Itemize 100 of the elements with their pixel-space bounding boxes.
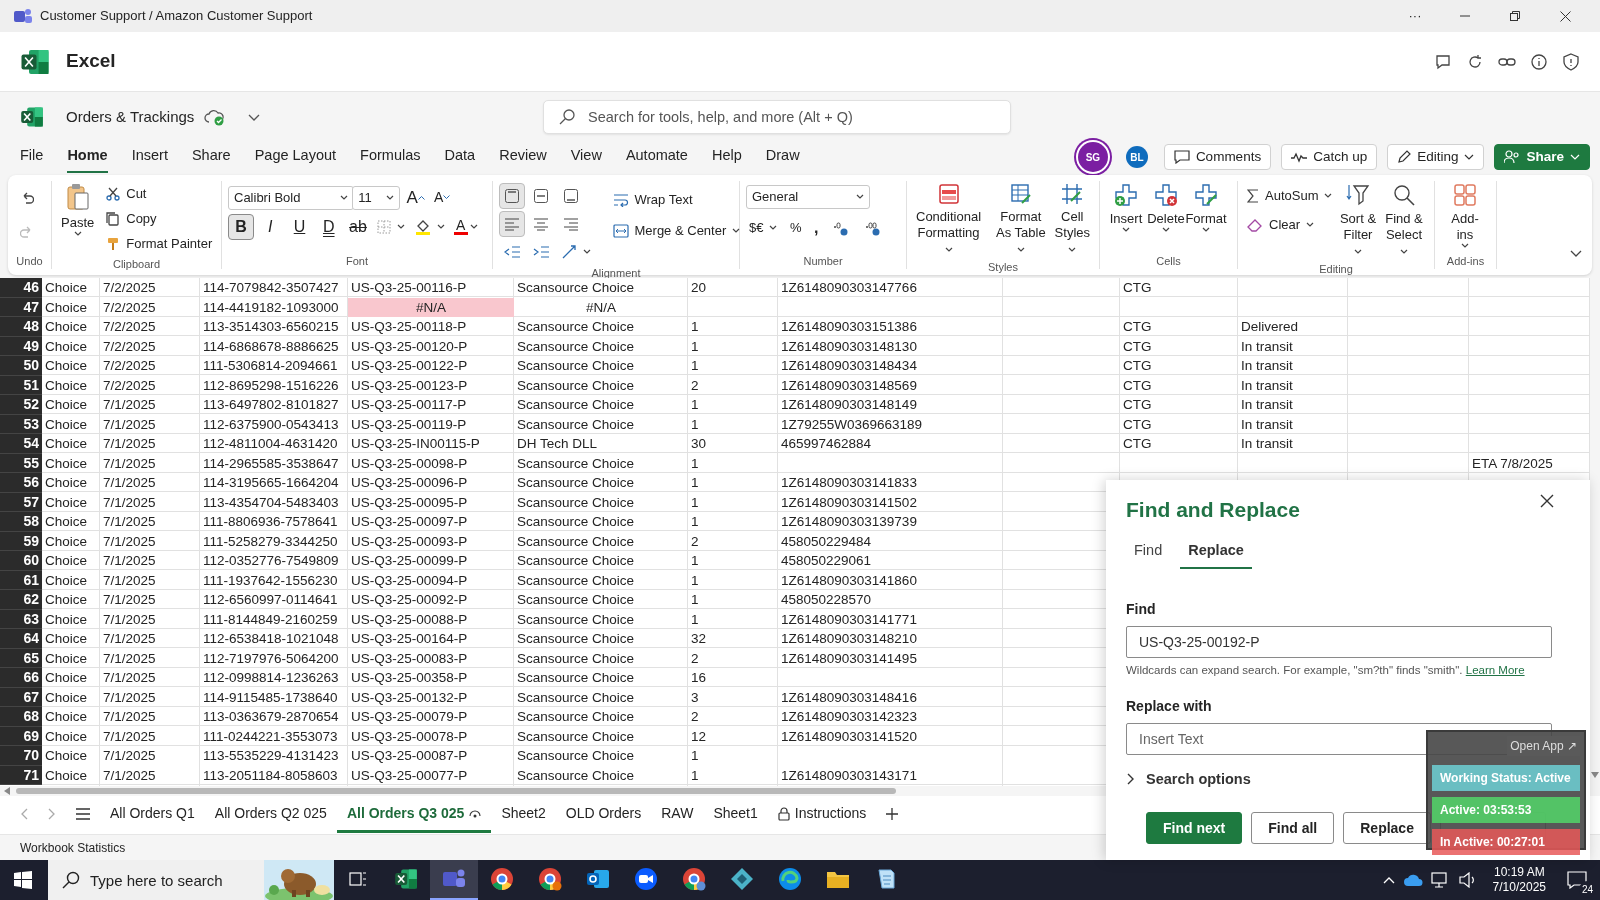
menu-tab[interactable]: Home bbox=[67, 141, 108, 173]
panel-tab[interactable]: Find bbox=[1126, 533, 1171, 570]
editing-mode-button[interactable]: Editing bbox=[1387, 144, 1485, 170]
cut-button[interactable]: Cut bbox=[103, 181, 216, 206]
share-button[interactable]: Share bbox=[1494, 144, 1590, 170]
bold-button[interactable]: B bbox=[228, 214, 254, 240]
find-field[interactable]: US-Q3-25-00192-P bbox=[1126, 626, 1552, 659]
row-number[interactable]: 63 bbox=[0, 609, 42, 629]
table-cell-text: 1Z6148090303143171 bbox=[780, 766, 918, 785]
row-number[interactable]: 47 bbox=[0, 297, 42, 317]
sheet-tab[interactable]: Instructions bbox=[767, 797, 877, 833]
autosum-button[interactable]: AutoSum bbox=[1244, 183, 1336, 208]
menu-tab[interactable]: Insert bbox=[131, 141, 168, 173]
row-number[interactable]: 52 bbox=[0, 395, 42, 415]
cell-styles-button[interactable]: Cell Styles bbox=[1051, 181, 1093, 259]
row-number[interactable]: 49 bbox=[0, 336, 42, 356]
row-number[interactable]: 69 bbox=[0, 726, 42, 746]
menu-tab[interactable]: Review bbox=[499, 141, 547, 173]
strikethrough-button[interactable]: ab bbox=[345, 214, 371, 240]
row-number[interactable]: 58 bbox=[0, 512, 42, 532]
paste-button[interactable]: Paste bbox=[58, 181, 98, 256]
sort-filter-button[interactable]: Sort & Filter bbox=[1336, 181, 1380, 261]
teams-logo-icon bbox=[442, 868, 466, 890]
row-number[interactable]: 51 bbox=[0, 375, 42, 395]
search-field[interactable]: Search for tools, help, and more (Alt + Q) bbox=[543, 100, 1011, 134]
row-number[interactable]: 54 bbox=[0, 434, 42, 454]
row-number[interactable]: 64 bbox=[0, 629, 42, 649]
comments-button[interactable]: Comments bbox=[1163, 144, 1272, 170]
shield-button[interactable] bbox=[1562, 51, 1580, 72]
menu-tab[interactable]: Automate bbox=[625, 141, 688, 173]
sheet-tab[interactable]: All Orders Q1 bbox=[100, 797, 205, 833]
row-number[interactable]: 53 bbox=[0, 414, 42, 434]
top-align-button[interactable] bbox=[499, 183, 525, 209]
sheet-tab[interactable]: All Orders Q2 025 bbox=[204, 797, 337, 833]
shrink-font-button[interactable]: A bbox=[431, 185, 454, 210]
row-number[interactable]: 67 bbox=[0, 687, 42, 707]
avatar[interactable]: SG bbox=[1077, 142, 1108, 172]
menu-tab[interactable]: Page Layout bbox=[254, 141, 337, 173]
row-number[interactable]: 61 bbox=[0, 570, 42, 590]
format-painter-button[interactable]: Format Painter bbox=[103, 231, 216, 256]
sheet-tab[interactable]: Sheet2 bbox=[491, 797, 556, 833]
merge-center-button[interactable]: Merge & Center bbox=[609, 218, 744, 243]
notifications-button[interactable]: 24 bbox=[1562, 865, 1592, 895]
menu-tab[interactable]: Formulas bbox=[360, 141, 421, 173]
underline-button[interactable]: U bbox=[286, 214, 313, 240]
row-number[interactable]: 46 bbox=[0, 278, 42, 298]
font-name-dropdown[interactable]: Calibri Bold bbox=[228, 185, 354, 210]
clock[interactable]: 10:19 AM 7/10/2025 bbox=[1492, 865, 1546, 895]
sheet-tab[interactable]: Sheet1 bbox=[703, 797, 768, 833]
comma-style-button[interactable]: , bbox=[811, 215, 822, 241]
number-format-dropdown[interactable]: General bbox=[746, 185, 870, 209]
add-ins-button[interactable]: Add-ins bbox=[1441, 181, 1489, 253]
menu-tab[interactable]: Help bbox=[711, 141, 742, 173]
menu-tab[interactable]: Draw bbox=[765, 141, 800, 173]
menu-tab[interactable]: View bbox=[570, 141, 602, 173]
more-button[interactable]: ··· bbox=[1394, 6, 1436, 26]
delete-cells-button[interactable]: Delete bbox=[1146, 181, 1186, 253]
row-number[interactable]: 65 bbox=[0, 648, 42, 668]
format-cells-button[interactable]: Format bbox=[1186, 181, 1226, 253]
panel-tab[interactable]: Replace bbox=[1180, 533, 1252, 570]
insert-cells-button[interactable]: Insert bbox=[1106, 181, 1146, 253]
menu-tab[interactable]: Data bbox=[444, 141, 476, 173]
row-number[interactable]: 59 bbox=[0, 531, 42, 551]
row-number[interactable]: 68 bbox=[0, 707, 42, 727]
font-color-button[interactable]: A bbox=[450, 214, 481, 240]
search-options-toggle[interactable]: Search options bbox=[1126, 768, 1251, 791]
row-number[interactable]: 71 bbox=[0, 765, 42, 785]
row-number[interactable]: 48 bbox=[0, 317, 42, 337]
row-number[interactable]: 62 bbox=[0, 590, 42, 610]
find-next-button[interactable]: Find next bbox=[1146, 812, 1243, 845]
row-number[interactable]: 60 bbox=[0, 551, 42, 571]
italic-button[interactable]: I bbox=[257, 214, 284, 240]
find-all-button[interactable]: Find all bbox=[1251, 812, 1335, 845]
outlook-logo-icon bbox=[586, 867, 610, 891]
copy-button[interactable]: Copy bbox=[103, 206, 216, 231]
catch-up-button[interactable]: Catch up bbox=[1281, 144, 1378, 170]
row-number[interactable]: 55 bbox=[0, 453, 42, 473]
menu-tab[interactable]: Share bbox=[191, 141, 231, 173]
font-size-dropdown[interactable]: 11 bbox=[352, 185, 401, 210]
grow-font-button[interactable]: A bbox=[403, 185, 428, 210]
row-number[interactable]: 56 bbox=[0, 473, 42, 493]
conditional-formatting-button[interactable]: Conditional Formatting bbox=[913, 181, 985, 259]
sheet-tab[interactable]: OLD Orders bbox=[555, 797, 652, 833]
wrap-text-button[interactable]: Wrap Text bbox=[609, 187, 744, 212]
menu-tab[interactable]: File bbox=[20, 141, 44, 173]
double-underline-button[interactable]: D bbox=[315, 214, 342, 240]
row-number[interactable]: 57 bbox=[0, 492, 42, 512]
row-number[interactable]: 50 bbox=[0, 356, 42, 376]
clear-button[interactable]: Clear bbox=[1244, 212, 1336, 237]
row-number[interactable]: 66 bbox=[0, 668, 42, 688]
info-button[interactable] bbox=[1530, 51, 1548, 72]
currency-button[interactable]: $€ bbox=[746, 215, 781, 241]
find-select-button[interactable]: Find & Select bbox=[1380, 181, 1428, 261]
percent-button[interactable]: % bbox=[786, 215, 805, 241]
format-as-table-button[interactable]: Format As Table bbox=[992, 181, 1050, 259]
learn-more-link[interactable]: Learn More bbox=[1465, 664, 1525, 677]
sheet-tab[interactable]: RAW bbox=[651, 797, 704, 833]
avatar[interactable]: BL bbox=[1125, 146, 1148, 168]
taskbar-search-field[interactable]: Type here to search bbox=[48, 860, 264, 900]
row-number[interactable]: 70 bbox=[0, 746, 42, 766]
